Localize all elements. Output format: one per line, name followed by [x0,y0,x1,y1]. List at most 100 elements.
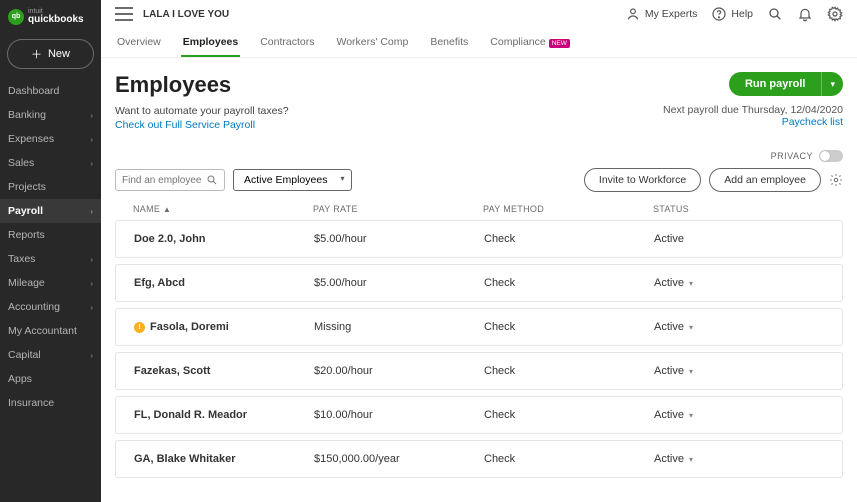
col-method-header[interactable]: PAY METHOD [483,204,653,214]
topbar: LALA I LOVE YOU My Experts Help [101,0,857,28]
new-button[interactable]: ＋ New [7,39,94,69]
filter-value: Active Employees [244,174,327,186]
status-cell[interactable]: Active ▾ [654,409,824,421]
chevron-right-icon: › [90,303,93,312]
employee-name-cell: !Fasola, Doremi [134,321,314,333]
status-cell[interactable]: Active▾ [654,365,824,377]
sidebar-item-banking[interactable]: Banking› [0,103,101,127]
sidebar-item-my-accountant[interactable]: My Accountant [0,319,101,343]
my-experts-label: My Experts [645,8,698,20]
table-settings-icon[interactable] [829,173,843,187]
col-name-header[interactable]: NAME ▲ [133,204,313,214]
tab-workers-comp[interactable]: Workers' Comp [335,28,411,57]
bell-icon[interactable] [797,6,813,22]
privacy-toggle[interactable] [819,150,843,162]
table-header: NAME ▲ PAY RATE PAY METHOD STATUS [115,198,843,220]
table-row[interactable]: FL, Donald R. Meador $10.00/hourCheckActi… [115,396,843,434]
company-name: LALA I LOVE YOU [143,9,229,20]
employee-table-body: Doe 2.0, John$5.00/hourCheckActiveEfg, A… [115,220,843,478]
employee-name: GA, Blake Whitaker [134,453,235,465]
status-value: Active [654,233,684,245]
tab-label: Compliance [490,36,545,48]
pay-method-cell: Check [484,321,654,333]
employee-name-cell: Doe 2.0, John [134,233,314,245]
sort-asc-icon: ▲ [163,205,171,214]
sidebar-item-apps[interactable]: Apps [0,367,101,391]
sidebar-item-label: Sales [8,157,34,169]
sidebar-item-label: Expenses [8,133,54,145]
pay-method-cell: Check [484,365,654,377]
sidebar-item-projects[interactable]: Projects [0,175,101,199]
my-experts-link[interactable]: My Experts [625,6,698,22]
sidebar-item-label: Accounting [8,301,60,313]
sidebar: qb intuit quickbooks ＋ New DashboardBank… [0,0,101,502]
employee-name: Doe 2.0, John [134,233,206,245]
employee-name-cell: Fazekas, Scott [134,365,314,377]
table-row[interactable]: GA, Blake Whitaker$150,000.00/yearCheckA… [115,440,843,478]
col-status-header[interactable]: STATUS [653,204,825,214]
sidebar-item-label: Capital [8,349,41,361]
employee-name: FL, Donald R. Meador [134,409,247,421]
sidebar-nav: DashboardBanking›Expenses›Sales›Projects… [0,79,101,502]
sidebar-item-sales[interactable]: Sales› [0,151,101,175]
sidebar-item-payroll[interactable]: Payroll› [0,199,101,223]
sidebar-item-label: Mileage [8,277,45,289]
employee-search[interactable] [115,169,225,191]
promo-text: Want to automate your payroll taxes? [115,105,289,117]
invite-workforce-button[interactable]: Invite to Workforce [584,168,701,192]
tab-benefits[interactable]: Benefits [428,28,470,57]
tab-compliance[interactable]: Compliancenew [488,28,572,57]
status-value: Active [654,321,684,333]
pay-rate-cell: $10.00/hour [314,409,484,421]
sidebar-item-reports[interactable]: Reports [0,223,101,247]
tab-employees[interactable]: Employees [181,28,240,57]
sidebar-item-expenses[interactable]: Expenses› [0,127,101,151]
search-icon [206,174,218,186]
sidebar-item-taxes[interactable]: Taxes› [0,247,101,271]
page-title: Employees [115,72,231,98]
status-value: Active [654,453,684,465]
employee-filter-dropdown[interactable]: Active Employees [233,169,352,191]
status-cell[interactable]: Active▾ [654,453,824,465]
table-row[interactable]: Fazekas, Scott$20.00/hourCheckActive▾ [115,352,843,390]
run-payroll-dropdown[interactable]: ▾ [821,72,843,96]
promo-link[interactable]: Check out Full Service Payroll [115,119,255,131]
sidebar-item-label: Projects [8,181,46,193]
col-rate-header[interactable]: PAY RATE [313,204,483,214]
promo-block: Want to automate your payroll taxes? Che… [115,104,289,132]
run-payroll-button[interactable]: Run payroll [729,72,822,96]
search-icon[interactable] [767,6,783,22]
search-input[interactable] [122,175,206,186]
due-block: Next payroll due Thursday, 12/04/2020 Pa… [663,104,843,132]
gear-icon[interactable] [827,6,843,22]
status-cell[interactable]: Active▾ [654,277,824,289]
tab-label: Contractors [260,36,314,48]
logo[interactable]: qb intuit quickbooks [0,0,101,33]
warning-icon: ! [134,322,145,333]
table-row[interactable]: Doe 2.0, John$5.00/hourCheckActive [115,220,843,258]
chevron-down-icon: ▾ [689,279,693,288]
pay-rate-cell: $5.00/hour [314,233,484,245]
table-row[interactable]: Efg, Abcd$5.00/hourCheckActive▾ [115,264,843,302]
pay-method-cell: Check [484,409,654,421]
tab-overview[interactable]: Overview [115,28,163,57]
hamburger-icon[interactable] [115,7,133,21]
status-value: Active [654,409,684,421]
help-link[interactable]: Help [711,6,753,22]
employee-name-cell: GA, Blake Whitaker [134,453,314,465]
sidebar-item-insurance[interactable]: Insurance [0,391,101,415]
sidebar-item-label: Payroll [8,205,43,217]
sidebar-item-dashboard[interactable]: Dashboard [0,79,101,103]
tab-contractors[interactable]: Contractors [258,28,316,57]
sidebar-item-capital[interactable]: Capital› [0,343,101,367]
chevron-down-icon: ▾ [689,411,693,420]
experts-icon [625,6,641,22]
add-employee-button[interactable]: Add an employee [709,168,821,192]
sidebar-item-label: Apps [8,373,32,385]
status-cell: Active [654,233,824,245]
paycheck-list-link[interactable]: Paycheck list [782,116,843,128]
sidebar-item-mileage[interactable]: Mileage› [0,271,101,295]
status-cell[interactable]: Active▾ [654,321,824,333]
sidebar-item-accounting[interactable]: Accounting › [0,295,101,319]
table-row[interactable]: !Fasola, DoremiMissingCheckActive▾ [115,308,843,346]
